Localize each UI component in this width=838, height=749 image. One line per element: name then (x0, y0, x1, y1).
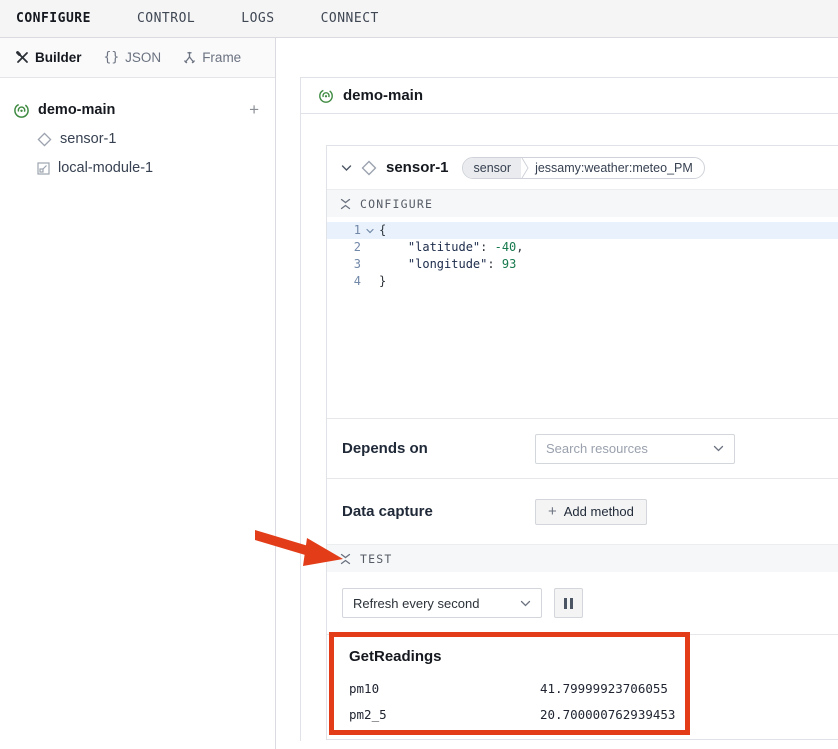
plus-icon: + (548, 504, 557, 519)
machine-header-title: demo-main (343, 87, 423, 104)
reading-key: pm2_5 (349, 707, 540, 722)
readings-panel: GetReadings pm10 41.79999923706055 pm2_5… (327, 634, 838, 739)
code-line: 4 } (327, 273, 838, 290)
code-text: "latitude": -40, (379, 239, 524, 256)
pause-icon (570, 598, 573, 609)
add-method-label: Add method (564, 504, 634, 519)
readings-title: GetReadings (349, 648, 838, 665)
page: CONFIGURE CONTROL LOGS CONNECT Builder {… (0, 0, 838, 749)
reading-key: pm10 (349, 681, 540, 696)
test-section-label: TEST (360, 552, 393, 566)
refresh-rate-value: Refresh every second (353, 596, 479, 611)
depends-on-row: Depends on Search resources (327, 418, 838, 478)
code-text: "longitude": 93 (379, 256, 516, 273)
code-text: } (379, 273, 386, 290)
mode-json-label: JSON (125, 50, 161, 65)
module-icon (37, 162, 50, 175)
chevron-down-icon (520, 600, 531, 607)
tab-connect[interactable]: CONNECT (321, 11, 379, 26)
line-number: 4 (327, 273, 361, 290)
main-content: demo-main sensor-1 sensor (276, 38, 838, 749)
chevron-down-icon[interactable] (341, 164, 352, 172)
machine-header: demo-main (301, 77, 838, 114)
tree-item-local-module-1[interactable]: local-module-1 (0, 154, 275, 182)
test-section-header: TEST (327, 544, 838, 572)
line-number: 1 (327, 222, 361, 239)
collapse-icon[interactable] (340, 198, 351, 210)
tab-control[interactable]: CONTROL (137, 11, 195, 26)
mode-frame[interactable]: Frame (183, 50, 241, 65)
tree-item-sensor-1-label: sensor-1 (60, 131, 116, 147)
frame-axes-icon (183, 51, 196, 64)
refresh-controls: Refresh every second (327, 572, 838, 634)
pause-icon (564, 598, 567, 609)
collapse-icon[interactable] (340, 553, 351, 565)
resource-type-badge: sensor jessamy:weather:meteo_PM (462, 157, 705, 179)
badge-type: sensor (463, 158, 522, 178)
depends-on-placeholder: Search resources (546, 441, 648, 456)
reading-row: pm2_5 20.700000762939453 (349, 707, 838, 722)
machine-part-icon (13, 102, 30, 119)
code-line: 1 { (327, 222, 838, 239)
tree-item-local-module-1-label: local-module-1 (58, 160, 153, 176)
attributes-code-editor[interactable]: 1 { 2 "latitude": -40, 3 (327, 217, 838, 418)
test-panel: Refresh every second GetReadings pm10 (327, 572, 838, 739)
badge-separator-chevron-icon (521, 157, 529, 179)
code-text: { (379, 222, 386, 239)
mode-builder[interactable]: Builder (16, 50, 82, 65)
mode-builder-label: Builder (35, 50, 82, 65)
add-method-button[interactable]: + Add method (535, 499, 647, 525)
resource-tree: demo-main + sensor-1 local-module-1 (0, 78, 275, 182)
tab-logs[interactable]: LOGS (241, 11, 274, 26)
reading-value: 41.79999923706055 (540, 681, 668, 696)
machine-container: demo-main sensor-1 sensor (300, 77, 838, 741)
machine-part-icon (318, 88, 334, 104)
tools-icon (16, 51, 29, 64)
top-nav: CONFIGURE CONTROL LOGS CONNECT (0, 0, 838, 38)
data-capture-row: Data capture + Add method (327, 478, 838, 544)
fold-chevron-icon[interactable] (361, 222, 379, 239)
code-line: 3 "longitude": 93 (327, 256, 838, 273)
diamond-icon (361, 160, 377, 176)
mode-frame-label: Frame (202, 50, 241, 65)
sensor-card-name: sensor-1 (386, 159, 449, 176)
sidebar: Builder {} JSON Frame (0, 38, 276, 749)
diamond-icon (37, 132, 52, 147)
chevron-down-icon (713, 445, 724, 452)
code-line: 2 "latitude": -40, (327, 239, 838, 256)
pause-button[interactable] (554, 588, 583, 618)
badge-model: jessamy:weather:meteo_PM (529, 158, 704, 178)
mode-json[interactable]: {} JSON (104, 50, 162, 65)
line-number: 3 (327, 256, 361, 273)
tree-item-machine[interactable]: demo-main + (0, 96, 275, 124)
tree-item-machine-label: demo-main (38, 102, 115, 118)
depends-on-label: Depends on (342, 440, 535, 457)
sensor-card-header: sensor-1 sensor jessamy:weather:meteo_PM (327, 146, 838, 189)
configure-section-header: CONFIGURE (327, 189, 838, 217)
view-mode-toolbar: Builder {} JSON Frame (0, 38, 275, 78)
depends-on-select[interactable]: Search resources (535, 434, 735, 464)
data-capture-label: Data capture (342, 503, 535, 520)
braces-icon: {} (104, 50, 120, 65)
reading-row: pm10 41.79999923706055 (349, 681, 838, 696)
refresh-rate-select[interactable]: Refresh every second (342, 588, 542, 618)
add-resource-button[interactable]: + (249, 96, 259, 124)
reading-value: 20.700000762939453 (540, 707, 675, 722)
sensor-card: sensor-1 sensor jessamy:weather:meteo_PM (326, 145, 838, 740)
line-number: 2 (327, 239, 361, 256)
tree-item-sensor-1[interactable]: sensor-1 (0, 125, 275, 153)
configure-section-label: CONFIGURE (360, 197, 433, 211)
tab-configure[interactable]: CONFIGURE (16, 11, 91, 26)
